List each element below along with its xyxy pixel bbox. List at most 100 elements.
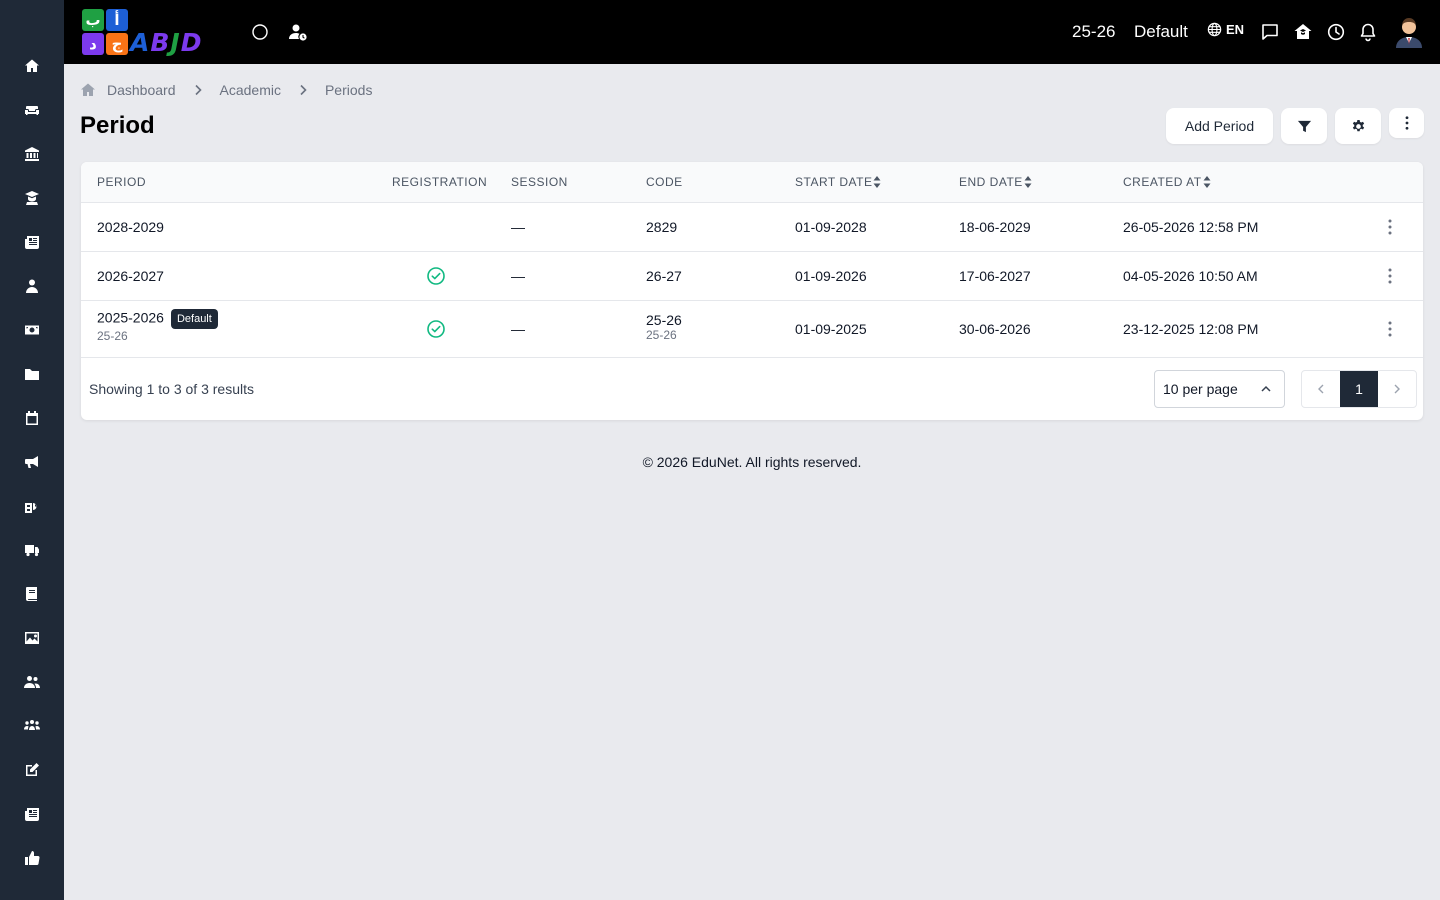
add-period-button[interactable]: Add Period <box>1166 108 1273 144</box>
filter-button[interactable] <box>1281 108 1327 144</box>
institution-icon <box>25 147 39 161</box>
group-icon <box>24 720 40 730</box>
thumbs-up-icon <box>25 851 40 866</box>
sidebar-item-money[interactable] <box>0 308 64 352</box>
status-circle-button[interactable] <box>248 20 272 44</box>
row-actions-button[interactable] <box>1380 319 1400 339</box>
history-button[interactable] <box>1324 20 1348 44</box>
breadcrumb: Dashboard Academic Periods <box>80 80 372 100</box>
breadcrumb-item-dashboard[interactable]: Dashboard <box>107 82 176 98</box>
clock-icon <box>1327 23 1345 41</box>
column-header-created-at[interactable]: CREATED AT <box>1123 175 1211 189</box>
sort-icon <box>1203 176 1211 188</box>
logo-tile: د <box>82 33 104 55</box>
column-header-period: PERIOD <box>97 175 147 189</box>
notifications-button[interactable] <box>1356 20 1380 44</box>
end-date: 30-06-2026 <box>959 321 1031 337</box>
sidebar-item-home[interactable] <box>0 44 64 88</box>
sidebar-item-institution[interactable] <box>0 132 64 176</box>
logo-tile: أ <box>106 9 128 31</box>
sidebar-item-news[interactable] <box>0 792 64 836</box>
sidebar-item-transport[interactable] <box>0 528 64 572</box>
created-at: 26-05-2026 12:58 PM <box>1123 219 1259 235</box>
sidebar-item-feedback[interactable] <box>0 836 64 880</box>
session-value: — <box>511 219 525 235</box>
kebab-menu-icon <box>1388 219 1392 235</box>
table-row[interactable]: 2028-2029 — 2829 01-09-2028 18-06-2029 2… <box>81 203 1423 252</box>
gear-icon <box>1352 119 1364 131</box>
messages-button[interactable] <box>1258 20 1282 44</box>
sidebar-item-sofa[interactable] <box>0 88 64 132</box>
folder-icon <box>25 369 39 380</box>
sidebar-item-announcements[interactable] <box>0 440 64 484</box>
sidebar-item-users[interactable] <box>0 660 64 704</box>
bell-icon <box>1360 23 1376 42</box>
kebab-menu-icon <box>1388 321 1392 337</box>
more-options-button[interactable] <box>1389 108 1424 138</box>
user-icon <box>26 279 38 293</box>
sidebar-item-school[interactable] <box>0 484 64 528</box>
chevron-left-icon <box>1318 384 1324 394</box>
language-selector[interactable]: EN <box>1207 22 1244 37</box>
graduate-icon <box>25 191 39 205</box>
chat-icon <box>1262 24 1278 40</box>
sidebar-item-user[interactable] <box>0 264 64 308</box>
next-page-button[interactable] <box>1378 371 1416 407</box>
column-header-label: END DATE <box>959 175 1023 189</box>
logo-tile: ب <box>82 9 104 31</box>
table-row[interactable]: 2026-2027 — 26-27 01-09-2026 17-06-2027 … <box>81 252 1423 301</box>
breadcrumb-item-academic[interactable]: Academic <box>220 82 281 98</box>
sidebar-item-gallery[interactable] <box>0 616 64 660</box>
chevron-right-icon <box>1394 384 1400 394</box>
book-icon <box>26 587 37 601</box>
table-row[interactable]: 2025-2026 Default 25-26 — 25-26 25-26 01-… <box>81 301 1423 358</box>
page-number-button[interactable]: 1 <box>1340 371 1378 407</box>
chevron-right-icon <box>194 84 202 96</box>
period-cell: 2025-2026 Default 25-26 <box>97 309 218 343</box>
row-actions-button[interactable] <box>1380 217 1400 237</box>
sidebar-item-groups[interactable] <box>0 704 64 748</box>
logo-letter: A <box>130 28 151 57</box>
sidebar-item-graduate[interactable] <box>0 176 64 220</box>
periods-table-card: PERIOD REGISTRATION SESSION CODE START D… <box>81 162 1423 420</box>
sidebar <box>0 0 64 900</box>
sidebar-item-newspaper[interactable] <box>0 220 64 264</box>
sidebar-item-book[interactable] <box>0 572 64 616</box>
prev-page-button[interactable] <box>1302 371 1340 407</box>
logo-tile: ج <box>106 33 128 55</box>
image-icon <box>25 632 39 644</box>
created-at: 04-05-2026 10:50 AM <box>1123 268 1258 284</box>
per-page-select[interactable]: 10 per page <box>1154 370 1285 408</box>
results-summary: Showing 1 to 3 of 3 results <box>89 381 254 397</box>
chevron-up-icon <box>1261 385 1271 392</box>
column-header-label: START DATE <box>795 175 873 189</box>
code-value: 25-26 <box>646 312 682 328</box>
settings-button[interactable] <box>1335 108 1381 144</box>
column-header-registration: REGISTRATION <box>392 175 488 189</box>
app-logo[interactable]: ب أ د ج ABJD <box>80 8 226 57</box>
users-icon <box>24 676 40 688</box>
user-clock-button[interactable] <box>286 20 310 44</box>
sidebar-item-edit[interactable] <box>0 748 64 792</box>
avatar[interactable] <box>1394 14 1424 48</box>
home-icon[interactable] <box>80 82 96 98</box>
sidebar-item-calendar[interactable] <box>0 396 64 440</box>
column-header-start-date[interactable]: START DATE <box>795 175 881 189</box>
logo-wordmark: ABJD <box>130 28 203 57</box>
school-icon <box>25 503 37 513</box>
sidebar-item-folder[interactable] <box>0 352 64 396</box>
current-session[interactable]: Default <box>1134 20 1188 44</box>
period-code: 25-26 <box>97 329 128 343</box>
footer-copyright: © 2026 EduNet. All rights reserved. <box>642 454 862 470</box>
row-actions-button[interactable] <box>1380 266 1400 286</box>
breadcrumb-item-periods[interactable]: Periods <box>325 82 372 98</box>
school-switch-button[interactable] <box>1291 20 1315 44</box>
code-value: 2829 <box>646 219 678 235</box>
newspaper-icon <box>25 236 39 249</box>
period-line: 2025-2026 Default <box>97 309 218 329</box>
kebab-menu-icon <box>1405 116 1408 130</box>
current-period[interactable]: 25-26 <box>1072 20 1115 44</box>
logo-letter: J <box>170 28 181 57</box>
column-header-session: SESSION <box>511 175 568 189</box>
column-header-end-date[interactable]: END DATE <box>959 175 1032 189</box>
